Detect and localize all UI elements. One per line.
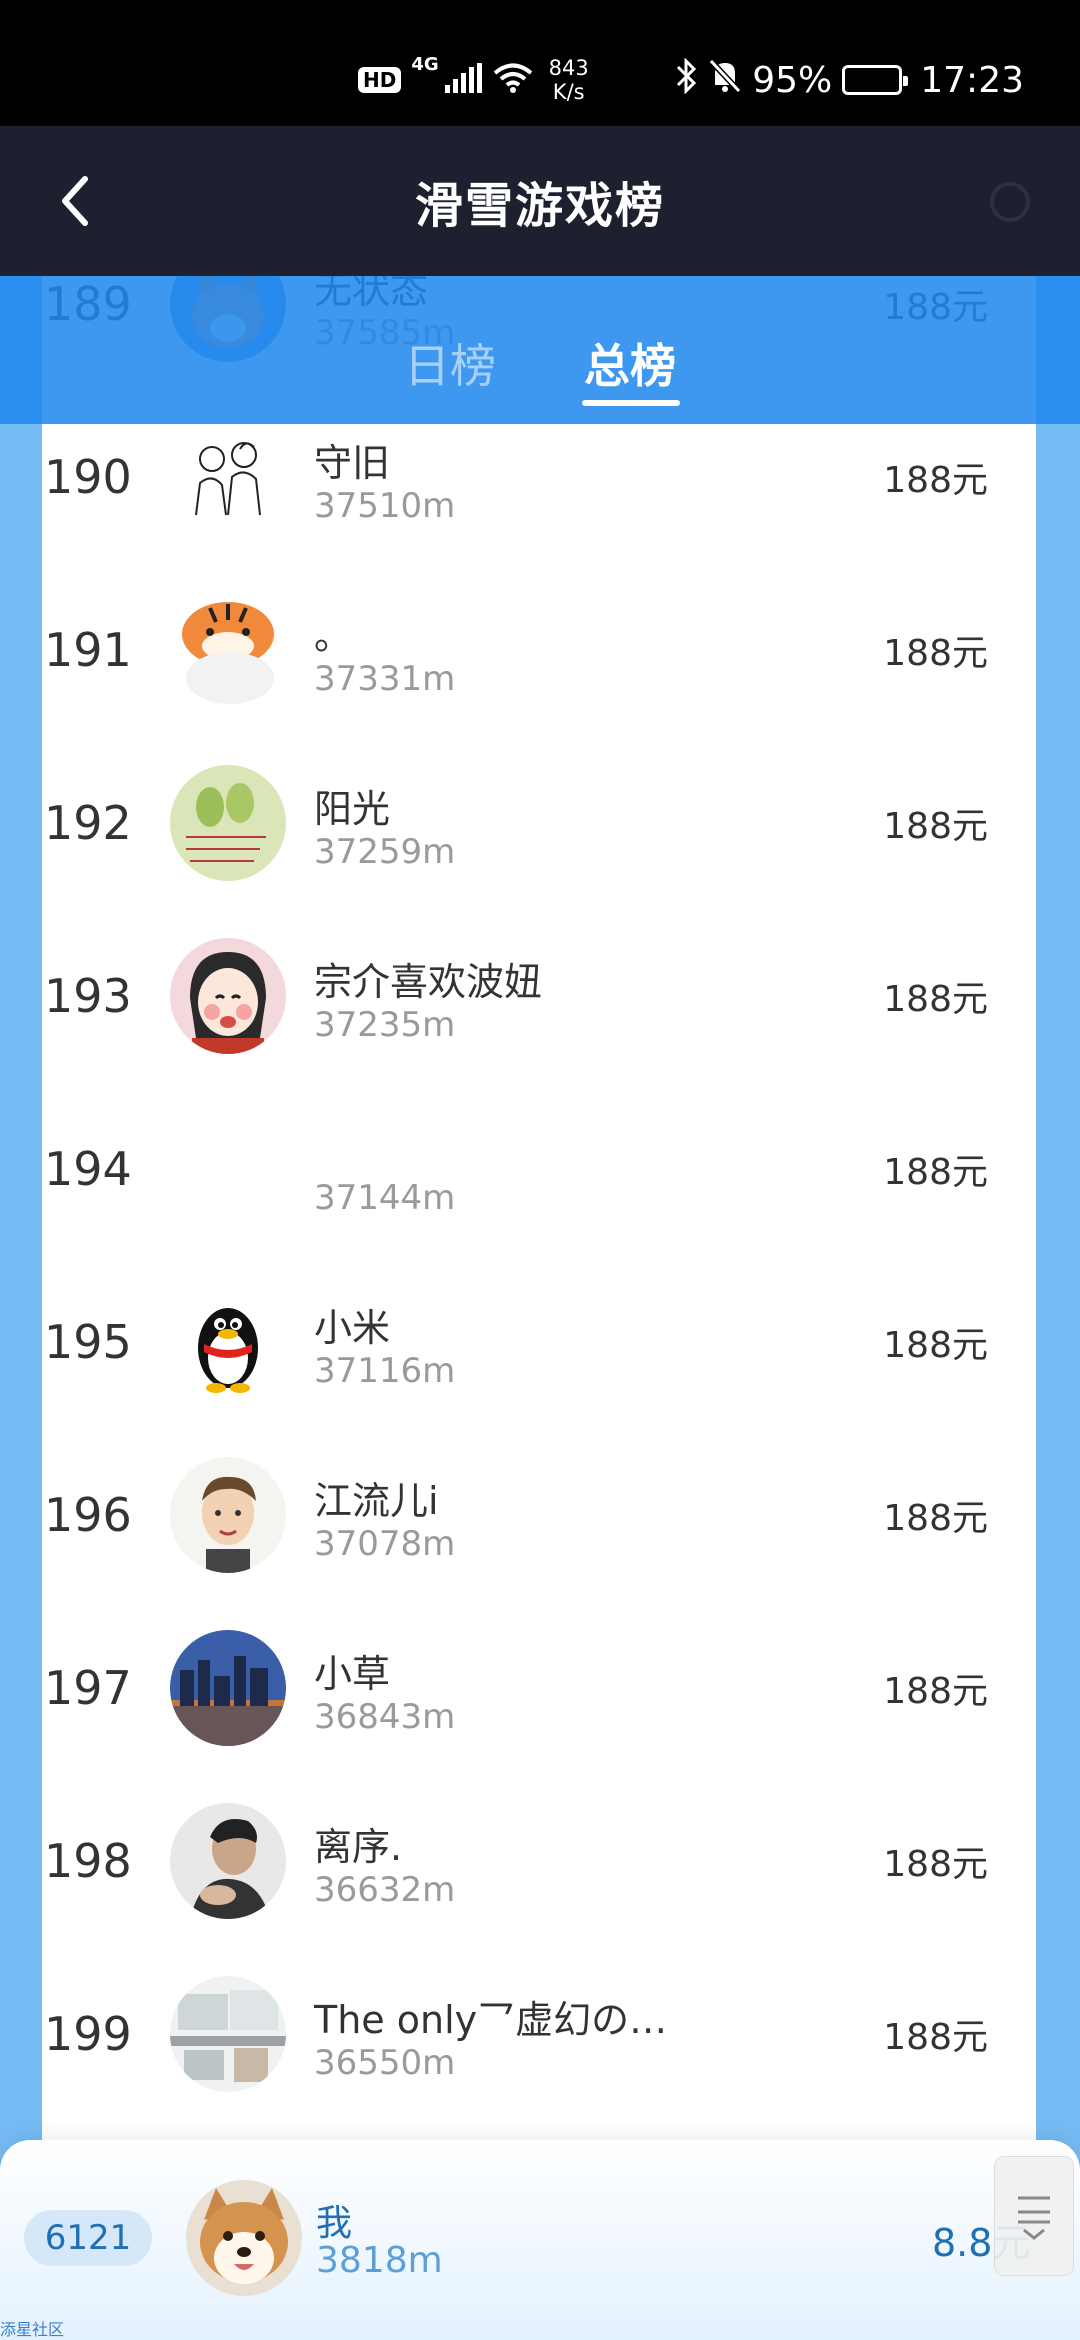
tab-daily[interactable]: 日榜: [404, 330, 496, 396]
app-header: 滑雪游戏榜: [0, 126, 1080, 276]
pear-note-avatar[interactable]: [170, 765, 286, 881]
rank-number: 198: [44, 1833, 132, 1888]
player-distance: 37510m: [314, 486, 456, 526]
refresh-icon[interactable]: [990, 182, 1030, 222]
player-distance: 36843m: [314, 1697, 456, 1737]
leaderboard-row[interactable]: 193 宗介喜欢波妞 37235m 188元: [42, 909, 1036, 1082]
player-name: 守旧: [314, 441, 391, 485]
shiba-dog-avatar: [186, 2180, 302, 2296]
my-rank-bar: 6121 我 3818m 8.8元: [0, 2140, 1080, 2340]
my-distance: 3818m: [316, 2240, 443, 2281]
player-name: 小草: [314, 1652, 391, 1696]
leaderboard-row[interactable]: 194 37144m 188元: [42, 1082, 1036, 1255]
rank-number: 197: [44, 1660, 132, 1715]
prize-amount: 188元: [883, 2016, 988, 2058]
status-left: HD 4G 843 K/s: [358, 54, 589, 106]
player-name: 阳光: [314, 787, 391, 831]
bluetooth-icon: [674, 56, 698, 103]
player-distance: 37259m: [314, 832, 456, 872]
speed-unit: K/s: [552, 80, 585, 104]
leaderboard-row[interactable]: 196 江流儿i 37078m 188元: [42, 1428, 1036, 1601]
player-distance: 37235m: [314, 1005, 456, 1045]
kitchen-photo-avatar[interactable]: [170, 1976, 286, 2092]
rank-number: 194: [44, 1141, 132, 1196]
net-speed: 843 K/s: [549, 56, 589, 104]
prize-amount: 188元: [883, 805, 988, 847]
player-name: The only乛虚幻の…: [314, 1998, 668, 2042]
rank-number: 196: [44, 1487, 132, 1542]
scroll-top-button[interactable]: [994, 2156, 1074, 2276]
rank-number: 191: [44, 622, 132, 677]
player-distance: 37116m: [314, 1351, 456, 1391]
my-rank-badge: 6121: [24, 2210, 152, 2266]
player-distance: 37144m: [314, 1178, 456, 1218]
prize-amount: 188元: [883, 1843, 988, 1885]
prize-amount: 188元: [883, 1151, 988, 1193]
tab-overall[interactable]: 总榜: [584, 330, 676, 396]
player-distance: 37078m: [314, 1524, 456, 1564]
rank-number: 192: [44, 795, 132, 850]
scroll-top-icon: [1018, 2196, 1050, 2240]
cartoon-man-avatar[interactable]: [170, 1457, 286, 1573]
tab-bar: 日榜 总榜: [0, 276, 1080, 424]
player-distance: 37331m: [314, 659, 456, 699]
tiger-avatar[interactable]: [170, 592, 286, 708]
player-distance: 36632m: [314, 1870, 456, 1910]
player-name: 小米: [314, 1306, 391, 1350]
battery-percent: 95%: [752, 59, 833, 101]
leaderboard-row[interactable]: 199 The only乛虚幻の… 36550m 188元: [42, 1947, 1036, 2120]
rank-number: 195: [44, 1314, 132, 1369]
page-title: 滑雪游戏榜: [414, 178, 665, 234]
person-photo-avatar[interactable]: [170, 1803, 286, 1919]
mute-bell-icon: [708, 58, 742, 103]
wifi-icon: [493, 62, 533, 98]
prize-amount: 188元: [883, 1497, 988, 1539]
player-name: 。: [314, 614, 353, 658]
watermark: 添星社区: [0, 2320, 65, 2339]
signal-icon: [444, 63, 483, 97]
leaderboard-list[interactable]: 189无状态37585m188元190守旧37510m188元191。37331…: [42, 276, 1036, 2176]
leaderboard-row[interactable]: 191 。 37331m 188元: [42, 563, 1036, 736]
my-name: 我: [316, 2203, 353, 2244]
clock: 17:23: [920, 59, 1024, 101]
prize-amount: 188元: [883, 1670, 988, 1712]
status-bar: HD 4G 843 K/s 95% 17:23: [0, 0, 1080, 126]
cartoon-girl-avatar[interactable]: [170, 938, 286, 1054]
battery-icon: [842, 65, 909, 95]
rank-number: 199: [44, 2006, 132, 2061]
leaderboard-row[interactable]: 197 小草 36843m 188元: [42, 1601, 1036, 1774]
leaderboard-row[interactable]: 198 离序. 36632m 188元: [42, 1774, 1036, 1947]
status-right: 95% 17:23: [674, 54, 1024, 106]
prize-amount: 188元: [883, 978, 988, 1020]
player-distance: 36550m: [314, 2043, 456, 2083]
prize-amount: 188元: [883, 1324, 988, 1366]
hd-badge: HD: [358, 67, 402, 93]
speed-value: 843: [548, 56, 589, 80]
leaderboard-row[interactable]: 192 阳光 37259m 188元: [42, 736, 1036, 909]
player-name: 宗介喜欢波妞: [314, 960, 543, 1004]
tab-active-indicator: [582, 400, 680, 406]
sketch-couple-avatar[interactable]: [170, 419, 286, 535]
player-name: 离序.: [314, 1825, 403, 1869]
leaderboard-row[interactable]: 195 小米 37116m 188元: [42, 1255, 1036, 1428]
city-night-avatar[interactable]: [170, 1630, 286, 1746]
rank-number: 193: [44, 968, 132, 1023]
player-name: 江流儿i: [314, 1479, 439, 1523]
prize-amount: 188元: [883, 632, 988, 674]
network-type: 4G: [411, 54, 439, 75]
penguin-avatar[interactable]: [170, 1284, 286, 1400]
